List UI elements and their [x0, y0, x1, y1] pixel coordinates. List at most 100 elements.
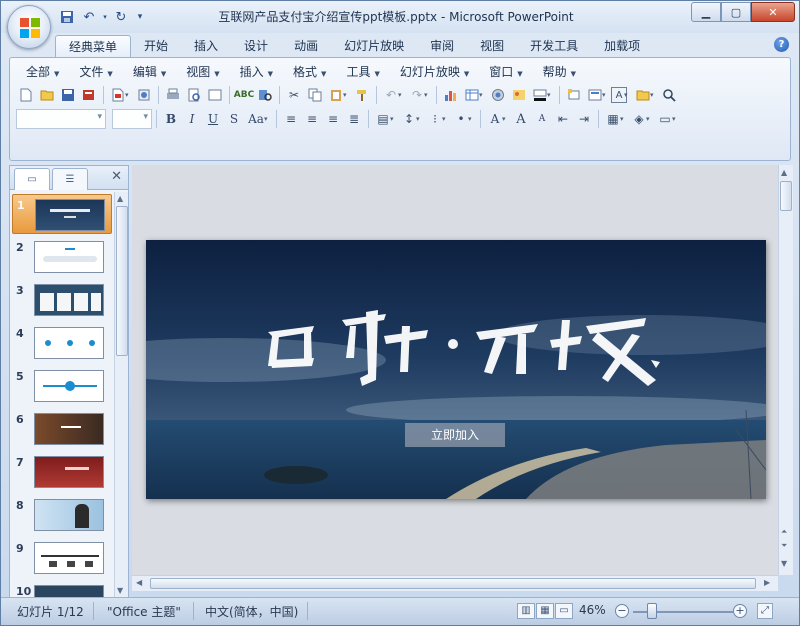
chevron-down-icon[interactable]: ▾ [620, 115, 628, 123]
publish-icon[interactable] [134, 85, 154, 105]
increase-font-icon[interactable]: A [511, 109, 531, 129]
tab-view[interactable]: 视图 [467, 35, 517, 57]
thumbnail-scrollbar[interactable]: ▲ ▼ [114, 192, 128, 598]
bold-button[interactable]: B [161, 109, 181, 129]
menu-format[interactable]: 格式 ▼ [283, 62, 336, 82]
align-center-icon[interactable]: ≡ [302, 109, 322, 129]
tab-slideshow[interactable]: 幻灯片放映 [331, 35, 417, 57]
copy-icon[interactable] [305, 85, 325, 105]
thumbnail-8[interactable]: 8 [12, 495, 112, 535]
zoom-slider-handle[interactable] [647, 603, 657, 619]
zoom-level[interactable]: 46% [579, 603, 606, 617]
thumbnail-3[interactable]: 3 [12, 280, 112, 320]
scroll-down-icon[interactable]: ▼ [117, 586, 123, 595]
italic-button[interactable]: I [182, 109, 202, 129]
chevron-down-icon[interactable]: ▾ [343, 91, 351, 99]
research-icon[interactable] [255, 85, 275, 105]
spelling-icon[interactable]: ABC [234, 85, 254, 105]
chevron-down-icon[interactable]: ▾ [416, 115, 424, 123]
next-slide-icon[interactable]: ⏷ [781, 541, 787, 551]
thumbnail-10[interactable]: 10 [12, 581, 112, 598]
chevron-down-icon[interactable]: ▾ [624, 91, 632, 99]
tab-home[interactable]: 开始 [131, 35, 181, 57]
chevron-down-icon[interactable]: ▾ [547, 91, 555, 99]
chevron-down-icon[interactable]: ▾ [398, 91, 406, 99]
menu-file[interactable]: 文件 ▼ [69, 62, 122, 82]
justify-icon[interactable]: ≣ [344, 109, 364, 129]
undo-dropdown-icon[interactable]: ▾ [101, 7, 109, 27]
tab-review[interactable]: 审阅 [417, 35, 467, 57]
slide-vertical-scrollbar[interactable]: ▲ ⏶ ⏷ ▼ [778, 165, 793, 575]
font-name-combo[interactable] [16, 109, 106, 129]
scroll-left-icon[interactable]: ◀ [136, 578, 142, 587]
chart-icon[interactable] [441, 85, 461, 105]
new-file-icon[interactable] [16, 85, 36, 105]
tab-outline[interactable]: ☰ [52, 168, 88, 190]
scrollbar-thumb[interactable] [116, 206, 128, 356]
thumbnail-2[interactable]: 2 [12, 237, 112, 277]
save-icon[interactable] [57, 7, 77, 27]
tab-animations[interactable]: 动画 [281, 35, 331, 57]
cut-icon[interactable]: ✂ [284, 85, 304, 105]
language-indicator[interactable]: 中文(简体，中国) [205, 603, 298, 620]
thumbnail-5[interactable]: 5 [12, 366, 112, 406]
chevron-down-icon[interactable]: ▾ [390, 115, 398, 123]
zoom-out-icon[interactable]: − [615, 604, 629, 618]
slideshow-view-icon[interactable]: ▭ [555, 603, 573, 619]
chevron-down-icon[interactable]: ▾ [468, 115, 476, 123]
chevron-down-icon[interactable]: ▾ [424, 91, 432, 99]
maximize-button[interactable]: ▢ [721, 2, 751, 22]
help-icon[interactable]: ? [774, 37, 789, 52]
permission-icon[interactable] [79, 85, 99, 105]
thumbnail-9[interactable]: 9 [12, 538, 112, 578]
thumbnail-1[interactable]: 1 [12, 194, 112, 234]
close-icon[interactable]: ✕ [111, 169, 122, 184]
page-icon[interactable] [205, 85, 225, 105]
clipart-icon[interactable] [488, 85, 508, 105]
undo-icon[interactable]: ↶ [79, 7, 99, 27]
chevron-down-icon[interactable]: ▾ [650, 91, 658, 99]
menu-help[interactable]: 帮助 ▼ [533, 62, 586, 82]
chevron-down-icon[interactable]: ▾ [672, 115, 680, 123]
menu-all[interactable]: 全部 ▼ [16, 62, 69, 82]
scroll-up-icon[interactable]: ▲ [117, 194, 123, 203]
tab-addins[interactable]: 加载项 [591, 35, 653, 57]
chevron-down-icon[interactable]: ▾ [602, 91, 610, 99]
minimize-button[interactable]: ▁ [691, 2, 721, 22]
theme-name[interactable]: "Office 主题" [107, 603, 181, 620]
tab-classic-menu[interactable]: 经典菜单 [55, 35, 132, 57]
thumbnail-4[interactable]: 4 [12, 323, 112, 363]
decrease-indent-icon[interactable]: ⇤ [553, 109, 573, 129]
menu-edit[interactable]: 编辑 ▼ [123, 62, 176, 82]
underline-button[interactable]: U [203, 109, 223, 129]
search-icon[interactable] [659, 85, 679, 105]
zoom-in-icon[interactable]: + [733, 604, 747, 618]
scroll-down-icon[interactable]: ▼ [781, 559, 787, 568]
menu-tools[interactable]: 工具 ▼ [336, 62, 389, 82]
current-slide[interactable]: 立即加入 [146, 240, 766, 499]
close-button[interactable]: ✕ [751, 2, 795, 22]
office-button[interactable] [7, 5, 51, 49]
menu-view[interactable]: 视图 ▼ [176, 62, 229, 82]
slide-horizontal-scrollbar[interactable]: ◀ ▶ [132, 575, 778, 591]
format-painter-icon[interactable] [352, 85, 372, 105]
new-slide-icon[interactable] [564, 85, 584, 105]
previous-slide-icon[interactable]: ⏶ [781, 527, 787, 537]
slide-sorter-icon[interactable]: ▦ [536, 603, 554, 619]
font-size-combo[interactable] [112, 109, 152, 129]
menu-insert[interactable]: 插入 ▼ [230, 62, 283, 82]
tab-slides[interactable]: ▭ [14, 168, 50, 190]
normal-view-icon[interactable]: ▥ [517, 603, 535, 619]
tab-developer[interactable]: 开发工具 [517, 35, 591, 57]
chevron-down-icon[interactable]: ▾ [442, 115, 450, 123]
picture-icon[interactable] [509, 85, 529, 105]
redo-icon[interactable]: ↻ [111, 7, 131, 27]
scroll-up-icon[interactable]: ▲ [781, 168, 787, 177]
thumbnail-7[interactable]: 7 [12, 452, 112, 492]
open-folder-icon[interactable] [37, 85, 57, 105]
chevron-down-icon[interactable]: ▾ [125, 91, 133, 99]
save-icon[interactable] [58, 85, 78, 105]
scroll-right-icon[interactable]: ▶ [764, 578, 770, 587]
chevron-down-icon[interactable]: ▾ [502, 115, 510, 123]
chevron-down-icon[interactable]: ▾ [264, 115, 272, 123]
